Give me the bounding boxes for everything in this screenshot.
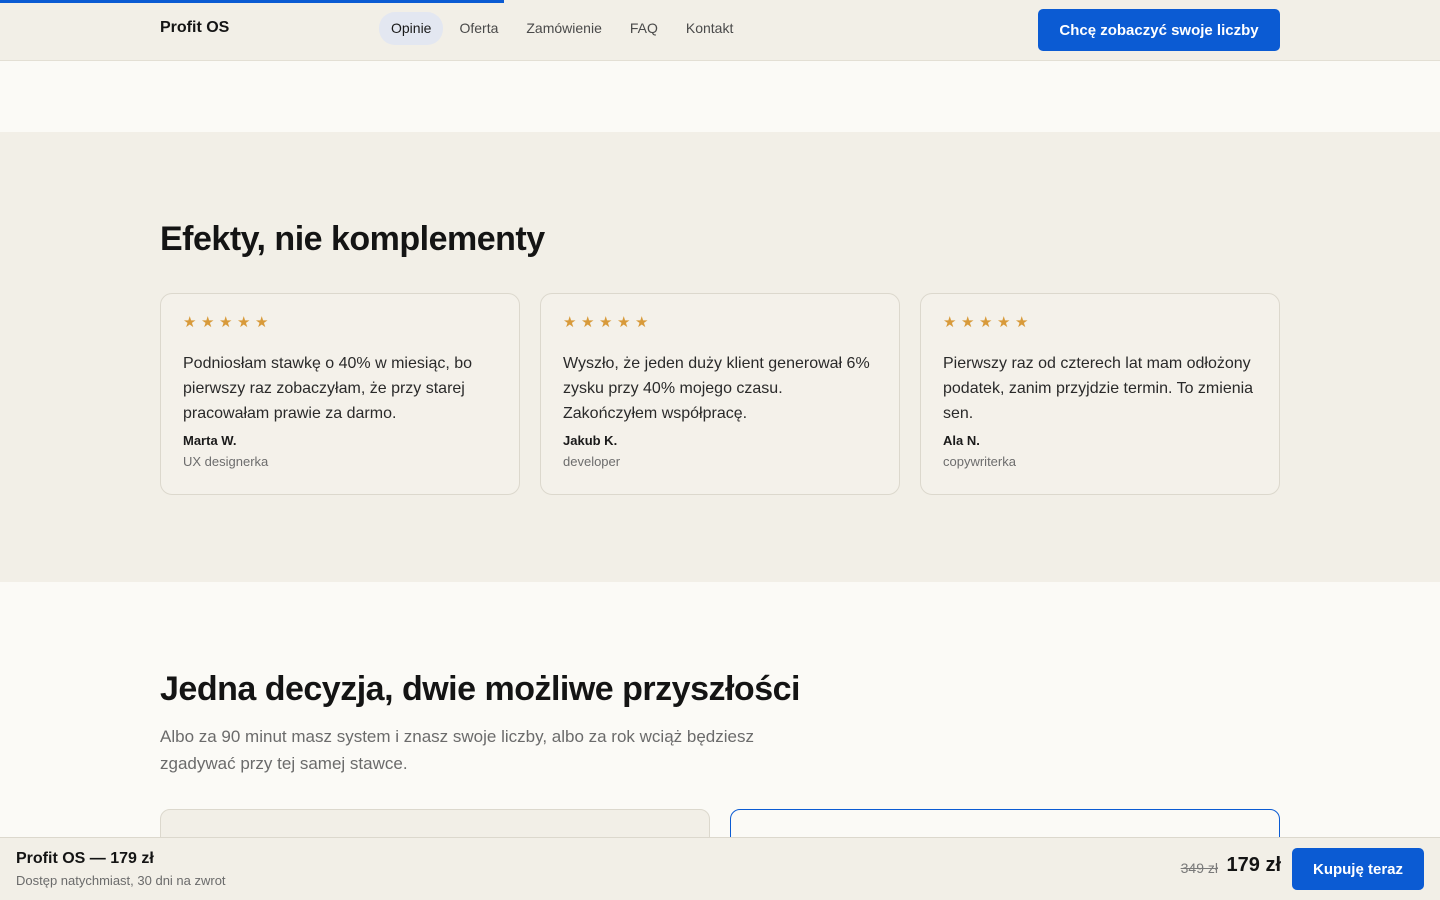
header-cta-button[interactable]: Chcę zobaczyć swoje liczby xyxy=(1038,9,1280,51)
sticky-product-title: Profit OS — 179 zł xyxy=(16,850,154,867)
star-icon: ★ xyxy=(1015,314,1029,331)
testimonial-quote: Podniosłam stawkę o 40% w miesiąc, bo pi… xyxy=(183,355,473,422)
testimonial-card: ★ ★ ★ ★ ★ Wyszło, że jeden duży klient g… xyxy=(540,293,900,495)
testimonial-role: UX designerka xyxy=(183,454,269,469)
main-nav: Opinie Oferta Zamówienie FAQ Kontakt xyxy=(379,12,749,45)
star-icon: ★ xyxy=(183,314,197,331)
star-icon: ★ xyxy=(617,314,631,331)
star-icon: ★ xyxy=(201,314,215,331)
testimonials-title: Efekty, nie komplementy xyxy=(160,220,545,258)
testimonial-card: ★ ★ ★ ★ ★ Pierwszy raz od czterech lat m… xyxy=(920,293,1280,495)
buy-now-button[interactable]: Kupuję teraz xyxy=(1292,848,1424,890)
testimonial-quote: Pierwszy raz od czterech lat mam odłożon… xyxy=(943,355,1254,422)
star-icon: ★ xyxy=(563,314,577,331)
futures-lead: Albo za 90 minut masz system i znasz swo… xyxy=(160,727,754,773)
sticky-product-subtitle: Dostęp natychmiast, 30 dni na zwrot xyxy=(16,873,226,888)
site-header: Profit OS Opinie Oferta Zamówienie FAQ K… xyxy=(0,0,1440,61)
star-icon: ★ xyxy=(255,314,269,331)
testimonial-role: developer xyxy=(563,454,621,469)
nav-opinie[interactable]: Opinie xyxy=(379,12,444,45)
nav-faq[interactable]: FAQ xyxy=(618,12,670,45)
rating-stars: ★ ★ ★ ★ ★ xyxy=(183,314,497,332)
old-price: 349 zł xyxy=(1180,860,1218,876)
brand-logo[interactable]: Profit OS xyxy=(160,19,229,37)
nav-oferta[interactable]: Oferta xyxy=(447,12,510,45)
star-icon: ★ xyxy=(635,314,649,331)
star-icon: ★ xyxy=(219,314,233,331)
testimonial-author: Marta W. xyxy=(183,433,237,448)
rating-stars: ★ ★ ★ ★ ★ xyxy=(563,314,877,332)
nav-kontakt[interactable]: Kontakt xyxy=(674,12,745,45)
new-price: 179 zł xyxy=(1226,854,1281,876)
rating-stars: ★ ★ ★ ★ ★ xyxy=(943,314,1257,332)
testimonial-cards: ★ ★ ★ ★ ★ Podniosłam stawkę o 40% w mies… xyxy=(160,293,1280,495)
scroll-progress-bar xyxy=(0,0,1440,3)
testimonial-author: Ala N. xyxy=(943,433,980,448)
star-icon: ★ xyxy=(979,314,993,331)
futures-title: Jedna decyzja, dwie możliwe przyszłości xyxy=(160,670,800,708)
nav-zamowienie[interactable]: Zamówienie xyxy=(514,12,613,45)
star-icon: ★ xyxy=(599,314,613,331)
sticky-purchase-bar: Profit OS — 179 zł Dostęp natychmiast, 3… xyxy=(0,837,1440,900)
testimonial-author: Jakub K. xyxy=(563,433,618,448)
testimonial-quote: Wyszło, że jeden duży klient generował 6… xyxy=(563,355,870,422)
scroll-progress-fill xyxy=(0,0,504,3)
star-icon: ★ xyxy=(997,314,1011,331)
star-icon: ★ xyxy=(961,314,975,331)
star-icon: ★ xyxy=(581,314,595,331)
testimonial-card: ★ ★ ★ ★ ★ Podniosłam stawkę o 40% w mies… xyxy=(160,293,520,495)
testimonial-role: copywriterka xyxy=(943,454,1016,469)
testimonials-section: Efekty, nie komplementy ★ ★ ★ ★ ★ Podnio… xyxy=(0,132,1440,582)
top-spacer xyxy=(0,61,1440,132)
star-icon: ★ xyxy=(943,314,957,331)
star-icon: ★ xyxy=(237,314,251,331)
